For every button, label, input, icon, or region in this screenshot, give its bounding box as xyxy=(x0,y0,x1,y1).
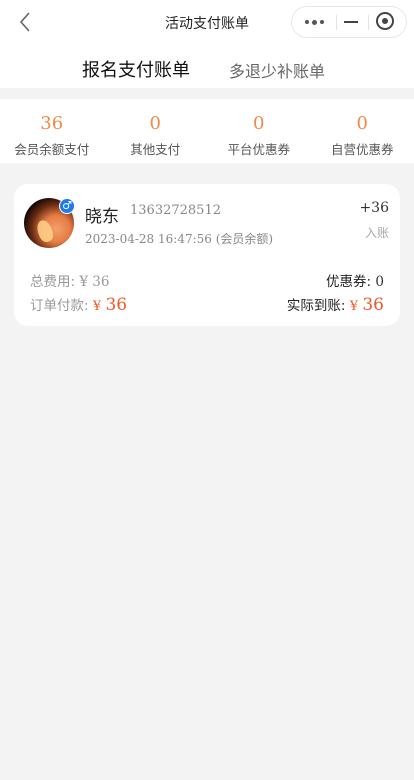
amount-change: +36 xyxy=(359,200,389,216)
user-phone: 13632728512 xyxy=(130,203,221,218)
stat-value: 0 xyxy=(149,113,161,134)
amount-type: 入账 xyxy=(364,226,389,240)
stat-self-coupon: 0 自营优惠券 xyxy=(311,99,414,163)
coupon-value: 0 xyxy=(375,274,384,290)
received-value: 36 xyxy=(362,295,384,315)
order-payment-currency: ¥ xyxy=(92,299,102,314)
stat-other-payment: 0 其他支付 xyxy=(104,99,208,163)
order-payment-label: 订单付款: xyxy=(30,298,89,314)
received-label: 实际到账: xyxy=(286,298,346,314)
stat-label: 平台优惠券 xyxy=(227,142,290,157)
male-icon: ♂ xyxy=(59,198,75,214)
stat-value: 0 xyxy=(253,113,265,134)
user-name: 晓东 xyxy=(85,207,119,227)
total-fee-label: 总费用: xyxy=(30,274,76,290)
payment-time: 2023-04-28 16:47:56 (会员余额) xyxy=(85,232,274,246)
stats-summary: 36 会员余额支付 0 其他支付 0 平台优惠券 0 自营优惠券 xyxy=(0,99,414,163)
tab-signup-bills[interactable]: 报名支付账单 xyxy=(82,56,190,82)
stat-label: 其他支付 xyxy=(130,142,181,157)
total-fee-value: ¥ 36 xyxy=(79,274,110,290)
minimize-icon[interactable] xyxy=(336,7,368,37)
stat-label: 会员余额支付 xyxy=(14,142,90,157)
bill-card[interactable]: ♂ 晓东 13632728512 2023-04-28 16:47:56 (会员… xyxy=(14,184,400,326)
mini-program-capsule xyxy=(291,6,407,38)
navbar: 活动支付账单 xyxy=(0,0,414,44)
stat-member-balance: 36 会员余额支付 xyxy=(0,99,104,163)
order-payment-value: 36 xyxy=(105,295,128,315)
more-dots-icon[interactable] xyxy=(292,7,336,37)
target-close-icon[interactable] xyxy=(368,7,406,37)
received-currency: ¥ xyxy=(349,299,359,314)
stat-value: 36 xyxy=(40,113,64,134)
stat-platform-coupon: 0 平台优惠券 xyxy=(207,99,311,163)
stat-value: 0 xyxy=(356,113,368,134)
coupon-label: 优惠券: xyxy=(326,274,372,290)
bill-tabs: 报名支付账单 多退少补账单 xyxy=(0,44,414,88)
tab-refund-bills[interactable]: 多退少补账单 xyxy=(229,58,325,82)
stat-label: 自营优惠券 xyxy=(330,142,394,157)
